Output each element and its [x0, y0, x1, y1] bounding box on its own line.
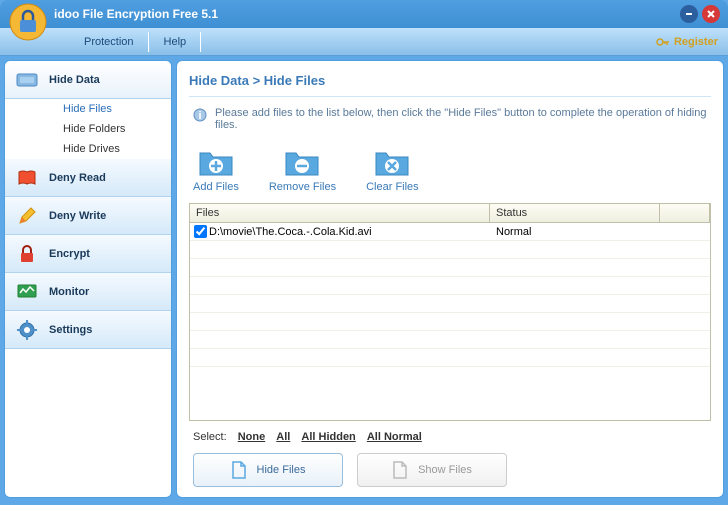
file-status: Normal — [490, 226, 660, 238]
folder-x-icon — [372, 147, 412, 179]
menubar: Protection Help Register — [0, 28, 728, 56]
minimize-button[interactable] — [680, 5, 698, 23]
select-all-normal[interactable]: All Normal — [367, 431, 422, 443]
book-icon — [15, 166, 39, 190]
monitor-icon — [15, 280, 39, 304]
hide-files-button[interactable]: Hide Files — [193, 453, 343, 487]
col-extra[interactable] — [660, 204, 710, 222]
app-title: idoo File Encryption Free 5.1 — [54, 7, 680, 21]
sidebar: Hide Data Hide Files Hide Folders Hide D… — [4, 60, 172, 498]
menu-protection[interactable]: Protection — [70, 32, 149, 52]
sidebar-item-deny-read[interactable]: Deny Read — [5, 159, 171, 197]
sub-item-hide-files[interactable]: Hide Files — [5, 99, 171, 119]
sub-item-hide-folders[interactable]: Hide Folders — [5, 119, 171, 139]
show-files-button: Show Files — [357, 453, 507, 487]
menu-help[interactable]: Help — [149, 32, 202, 52]
svg-text:i: i — [198, 110, 201, 122]
info-icon: i — [193, 108, 207, 122]
folder-plus-icon — [196, 147, 236, 179]
files-table: Files Status D:\movie\The.Coca.-.Cola.Ki… — [189, 203, 711, 421]
folder-minus-icon — [282, 147, 322, 179]
file-path: D:\movie\The.Coca.-.Cola.Kid.avi — [209, 226, 372, 238]
sub-item-hide-drives[interactable]: Hide Drives — [5, 139, 171, 159]
app-icon — [8, 2, 48, 42]
select-all-hidden[interactable]: All Hidden — [301, 431, 355, 443]
file-icon — [231, 461, 247, 479]
select-none[interactable]: None — [238, 431, 266, 443]
col-status[interactable]: Status — [490, 204, 660, 222]
sidebar-item-encrypt[interactable]: Encrypt — [5, 235, 171, 273]
gear-icon — [15, 318, 39, 342]
drive-icon — [15, 68, 39, 92]
register-button[interactable]: Register — [656, 35, 718, 49]
remove-files-button[interactable]: Remove Files — [269, 147, 336, 193]
close-button[interactable] — [702, 5, 720, 23]
pencil-icon — [15, 204, 39, 228]
clear-files-button[interactable]: Clear Files — [366, 147, 419, 193]
content-panel: Hide Data > Hide Files i Please add file… — [176, 60, 724, 498]
row-checkbox[interactable] — [194, 225, 207, 238]
table-row[interactable]: D:\movie\The.Coca.-.Cola.Kid.avi Normal — [190, 223, 710, 241]
select-row: Select: None All All Hidden All Normal — [189, 421, 711, 451]
sidebar-item-settings[interactable]: Settings — [5, 311, 171, 349]
lock-icon — [15, 242, 39, 266]
add-files-button[interactable]: Add Files — [193, 147, 239, 193]
col-files[interactable]: Files — [190, 204, 490, 222]
sidebar-item-deny-write[interactable]: Deny Write — [5, 197, 171, 235]
sidebar-item-hide-data[interactable]: Hide Data — [5, 61, 171, 99]
titlebar: idoo File Encryption Free 5.1 — [0, 0, 728, 28]
key-icon — [656, 35, 670, 49]
select-all[interactable]: All — [276, 431, 290, 443]
info-text: Please add files to the list below, then… — [215, 107, 707, 131]
breadcrumb: Hide Data > Hide Files — [189, 69, 711, 97]
file-icon — [392, 461, 408, 479]
sidebar-item-monitor[interactable]: Monitor — [5, 273, 171, 311]
